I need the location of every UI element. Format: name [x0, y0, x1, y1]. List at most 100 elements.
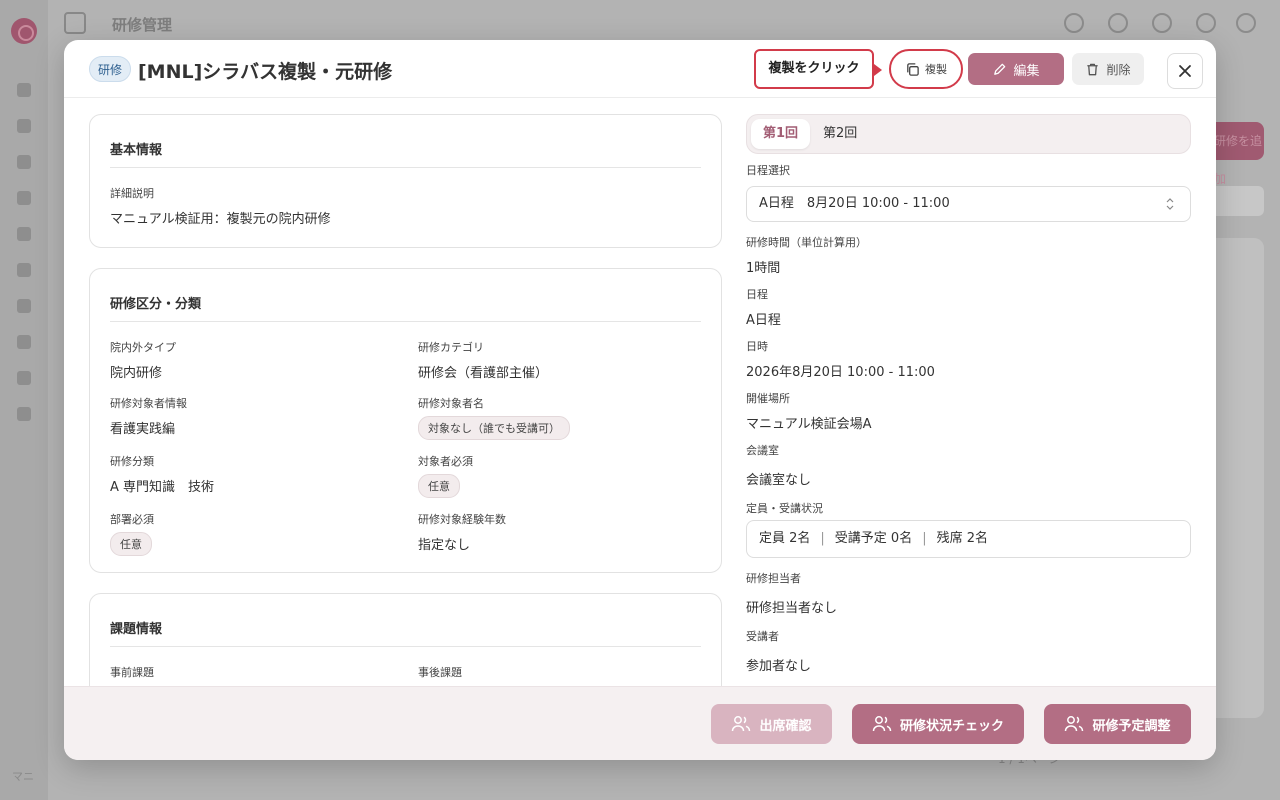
experience-field: 研修対象経験年数 指定なし: [418, 511, 506, 553]
pre-assignment-label: 事前課題: [110, 666, 154, 679]
edit-button[interactable]: 編集: [968, 53, 1064, 85]
datetime-value: 2026年8月20日 10:00 - 11:00: [746, 365, 935, 380]
duplicate-button[interactable]: 複製: [889, 49, 963, 89]
training-detail-modal: 研修 [MNL]シラバス複製・元研修 複製をクリック 複製 編集 削除 基本情報…: [64, 40, 1216, 760]
users-icon: [1065, 716, 1084, 732]
capacity-label: 定員・受講状況: [746, 502, 823, 515]
nav-document-icon: [17, 227, 31, 241]
modal-header: 研修 [MNL]シラバス複製・元研修 複製をクリック 複製 編集 削除: [64, 40, 1216, 98]
nav-list-icon: [17, 371, 31, 385]
inout-type-field: 院内外タイプ 院内研修: [110, 339, 176, 381]
training-type-field: 研修分類 A 専門知識 技術: [110, 453, 214, 495]
required-target-label: 対象者必須: [418, 455, 473, 468]
category-field: 研修カテゴリ 研修会（看護部主催）: [418, 339, 548, 381]
required-target-tag: 任意: [418, 474, 460, 498]
chevron-updown-icon: [1166, 198, 1174, 210]
message-icon: [1064, 13, 1084, 33]
capacity-planned: 受講予定 0名: [834, 531, 913, 546]
attendees-value: 参加者なし: [746, 659, 812, 674]
capacity-status-box: 定員 2名 | 受講予定 0名 | 残席 2名: [746, 520, 1191, 558]
session-tabs: 第1回 第2回: [746, 114, 1191, 154]
schedule-adjust-label: 研修予定調整: [1092, 718, 1171, 734]
modal-footer: 出席確認 研修状況チェック 研修予定調整: [64, 686, 1216, 760]
copy-icon: [907, 62, 919, 76]
pencil-icon: [994, 63, 1006, 75]
duration-label: 研修時間（単位計算用）: [746, 236, 867, 249]
category-label: 研修カテゴリ: [418, 341, 484, 354]
room-label: 会議室: [746, 444, 779, 457]
app-logo-icon: [11, 18, 37, 44]
datetime-label: 日時: [746, 340, 768, 353]
schedule-select-value: A日程 8月20日 10:00 - 11:00: [759, 196, 950, 211]
bell-icon: [1152, 13, 1172, 33]
target-info-value: 看護実践編: [110, 422, 176, 437]
background-sidebar: マニ: [0, 0, 48, 800]
calendar-icon: [1108, 13, 1128, 33]
modal-title: [MNL]シラバス複製・元研修: [138, 61, 393, 83]
users-icon: [732, 716, 751, 732]
inout-type-value: 院内研修: [110, 366, 163, 381]
schedule-label: 日程: [746, 288, 768, 301]
schedule-select-label: 日程選択: [746, 164, 790, 177]
training-type-label: 研修分類: [110, 455, 154, 468]
background-page-title: 研修管理: [112, 16, 173, 34]
nav-file-icon: [17, 299, 31, 313]
status-check-label: 研修状況チェック: [899, 718, 1004, 734]
users-icon: [872, 716, 892, 732]
duration-value: 1時間: [746, 261, 781, 276]
classification-card: 研修区分・分類 院内外タイプ 院内研修 研修カテゴリ 研修会（看護部主催） 研修…: [89, 268, 722, 573]
training-type-value: A 専門知識 技術: [110, 480, 215, 495]
nav-user-icon: [17, 119, 31, 133]
tab-session-1[interactable]: 第1回: [751, 119, 811, 149]
delete-label: 削除: [1106, 62, 1131, 77]
nav-dashboard-icon: [17, 83, 31, 97]
target-name-tag: 対象なし（誰でも受講可）: [418, 416, 570, 440]
staff-value: 研修担当者なし: [746, 601, 838, 616]
venue-value: マニュアル検証会場A: [746, 417, 872, 432]
schedule-value: A日程: [746, 313, 781, 328]
required-target-field: 対象者必須 任意: [418, 453, 473, 498]
nav-report-icon: [17, 407, 31, 421]
dept-required-tag: 任意: [110, 532, 152, 556]
target-name-field: 研修対象者名 対象なし（誰でも受講可）: [418, 395, 570, 440]
target-info-field: 研修対象者情報 看護実践編: [110, 395, 187, 437]
pre-assignment-field: 事前課題: [110, 664, 154, 680]
nav-person-icon: [17, 263, 31, 277]
assignment-title: 課題情報: [110, 594, 701, 647]
description-value: マニュアル検証用：複製元の院内研修: [110, 212, 331, 227]
post-assignment-field: 事後課題: [418, 664, 462, 680]
description-label: 詳細説明: [110, 187, 154, 200]
status-check-button[interactable]: 研修状況チェック: [852, 704, 1024, 744]
target-info-label: 研修対象者情報: [110, 397, 187, 410]
capacity-total: 定員 2名: [759, 531, 811, 546]
target-name-label: 研修対象者名: [418, 397, 484, 410]
trash-icon: [1087, 63, 1099, 75]
close-icon: [1179, 65, 1191, 77]
chat-icon: [1196, 13, 1216, 33]
category-badge: 研修: [89, 56, 132, 82]
tab-session-2[interactable]: 第2回: [811, 119, 869, 149]
attendance-button[interactable]: 出席確認: [711, 704, 832, 744]
schedule-adjust-button[interactable]: 研修予定調整: [1044, 704, 1191, 744]
capacity-remaining: 残席 2名: [936, 531, 988, 546]
basic-info-title: 基本情報: [110, 115, 701, 168]
schedule-select[interactable]: A日程 8月20日 10:00 - 11:00: [746, 186, 1191, 222]
duplicate-label: 複製: [925, 63, 947, 76]
attendees-label: 受講者: [746, 630, 779, 643]
attendance-label: 出席確認: [759, 718, 812, 734]
click-hint-tooltip: 複製をクリック: [754, 49, 882, 89]
post-assignment-label: 事後課題: [418, 666, 462, 679]
room-value: 会議室なし: [746, 473, 812, 488]
close-button[interactable]: [1167, 53, 1203, 89]
sidebar-toggle-icon: [64, 12, 86, 34]
experience-value: 指定なし: [418, 538, 471, 553]
staff-label: 研修担当者: [746, 572, 801, 585]
description-field: 詳細説明 マニュアル検証用：複製元の院内研修: [110, 185, 331, 227]
nav-check-icon: [17, 335, 31, 349]
delete-button[interactable]: 削除: [1072, 53, 1144, 85]
background-user-label: マニ: [12, 770, 34, 783]
experience-label: 研修対象経験年数: [418, 513, 506, 526]
dept-required-field: 部署必須 任意: [110, 511, 154, 556]
category-value: 研修会（看護部主催）: [418, 366, 549, 381]
dept-required-label: 部署必須: [110, 513, 154, 526]
